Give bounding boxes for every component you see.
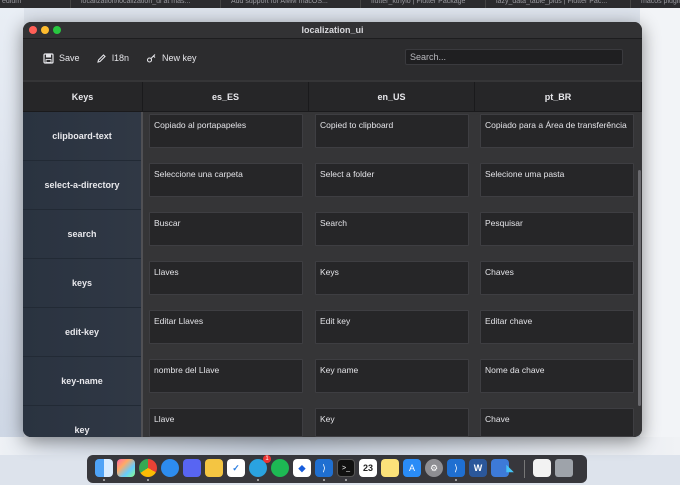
browser-tab[interactable]: Add support for AMM macOS... — [220, 0, 328, 8]
toolbar: Save l18n New key — [23, 39, 642, 79]
browser-tab[interactable]: flutter_kthylo | Flutter Package — [360, 0, 465, 8]
vertical-scrollbar[interactable] — [638, 170, 641, 406]
search-input[interactable] — [405, 49, 623, 65]
background-browser-tabs: edium localization/localization_ui at ma… — [0, 0, 680, 8]
language-column-header: es_ES — [143, 82, 309, 112]
translation-cell[interactable]: nombre del Llave — [149, 359, 303, 393]
translation-cell[interactable]: Editar chave — [480, 310, 634, 344]
keys-column-header: Keys — [23, 82, 143, 112]
app-store-icon[interactable]: A — [403, 459, 421, 477]
translation-cell[interactable]: Search — [315, 212, 469, 246]
new-key-label: New key — [162, 53, 197, 63]
window-title: localization_ui — [301, 25, 364, 35]
title-bar[interactable]: localization_ui — [23, 22, 642, 39]
language-column-header: en_US — [309, 82, 475, 112]
translation-cell[interactable]: Select a folder — [315, 163, 469, 197]
trash-icon[interactable] — [555, 459, 573, 477]
save-label: Save — [59, 53, 80, 63]
column-resize-handle[interactable] — [141, 112, 143, 437]
key-cell[interactable]: key-name — [23, 357, 141, 406]
bitwarden-icon[interactable]: ◆ — [293, 459, 311, 477]
settings-icon[interactable]: ⚙ — [425, 459, 443, 477]
calendar-icon[interactable]: 23 — [359, 459, 377, 477]
chrome-icon[interactable] — [139, 459, 157, 477]
dock: ✓ 1 ◆ ⟩ >_ 23 A ⚙ ⟩ W ◣ — [87, 455, 587, 483]
safari-icon[interactable] — [161, 459, 179, 477]
translation-cell[interactable]: Edit key — [315, 310, 469, 344]
discord-icon[interactable] — [183, 459, 201, 477]
browser-tab[interactable]: edium — [0, 0, 21, 8]
language-column-header: pt_BR — [475, 82, 642, 112]
save-icon — [43, 52, 54, 64]
running-indicator — [323, 479, 325, 481]
terminal-icon[interactable]: >_ — [337, 459, 355, 477]
vscode-icon[interactable]: ⟩ — [315, 459, 333, 477]
key-cell[interactable]: key — [23, 406, 141, 437]
key-cell[interactable]: clipboard-text — [23, 112, 141, 161]
document-icon[interactable] — [533, 459, 551, 477]
new-key-icon — [146, 53, 157, 64]
vscode-insiders-icon[interactable]: ⟩ — [447, 459, 465, 477]
running-indicator — [345, 479, 347, 481]
spotify-icon[interactable] — [271, 459, 289, 477]
save-button[interactable]: Save — [43, 49, 80, 67]
launchpad-icon[interactable] — [117, 459, 135, 477]
browser-tab[interactable]: macos plugin — [630, 0, 680, 8]
i18n-button[interactable]: l18n — [96, 49, 129, 67]
translation-cell[interactable]: Key — [315, 408, 469, 437]
keys-column: clipboard-text select-a-directory search… — [23, 112, 141, 437]
key-cell[interactable]: select-a-directory — [23, 161, 141, 210]
translation-cell[interactable]: Chaves — [480, 261, 634, 295]
translation-cell[interactable]: Selecione uma pasta — [480, 163, 634, 197]
finder-icon[interactable] — [95, 459, 113, 477]
calendar-day: 23 — [362, 463, 373, 473]
translation-cell[interactable]: Copiado al portapapeles — [149, 114, 303, 148]
translation-cell[interactable]: Chave — [480, 408, 634, 437]
new-key-button[interactable]: New key — [146, 49, 197, 67]
running-indicator — [147, 479, 149, 481]
running-indicator — [257, 479, 259, 481]
key-cell[interactable]: keys — [23, 259, 141, 308]
translation-cell[interactable]: Llave — [149, 408, 303, 437]
i18n-label: l18n — [112, 53, 130, 63]
key-cell[interactable]: search — [23, 210, 141, 259]
translation-cell[interactable]: Copiado para a Área de transferência — [480, 114, 634, 148]
browser-tab[interactable]: localization/localization_ui at mas... — [70, 0, 190, 8]
key-cell[interactable]: edit-key — [23, 308, 141, 357]
translation-table: Keys es_ES en_US pt_BR clipboard-text se… — [23, 80, 642, 437]
desktop-background — [640, 8, 680, 455]
translation-cell[interactable]: Pesquisar — [480, 212, 634, 246]
dock-separator — [524, 460, 525, 478]
telegram-icon[interactable]: 1 — [249, 455, 271, 477]
flutter-icon[interactable]: ◣ — [501, 459, 519, 477]
translation-cell[interactable]: Seleccione una carpeta — [149, 163, 303, 197]
notification-badge: 1 — [263, 455, 271, 463]
translation-cell[interactable]: Buscar — [149, 212, 303, 246]
translation-cell[interactable]: Llaves — [149, 261, 303, 295]
browser-tab[interactable]: lazy_data_table_plus | Flutter Pac... — [485, 0, 607, 8]
app-window: localization_ui Save l18n New key Keys e… — [23, 22, 642, 437]
running-indicator — [103, 479, 105, 481]
edit-icon — [96, 53, 107, 64]
translation-cell[interactable]: Keys — [315, 261, 469, 295]
translation-cell[interactable]: Copied to clipboard — [315, 114, 469, 148]
running-indicator — [455, 479, 457, 481]
translation-cell[interactable]: Key name — [315, 359, 469, 393]
tasks-icon[interactable] — [205, 459, 223, 477]
notes-icon[interactable] — [381, 459, 399, 477]
translation-cell[interactable]: Nome da chave — [480, 359, 634, 393]
tasks-check-icon[interactable]: ✓ — [227, 459, 245, 477]
desktop-background — [0, 8, 24, 455]
word-icon[interactable]: W — [469, 459, 487, 477]
desktop-background — [0, 437, 680, 455]
translation-cell[interactable]: Editar Llaves — [149, 310, 303, 344]
